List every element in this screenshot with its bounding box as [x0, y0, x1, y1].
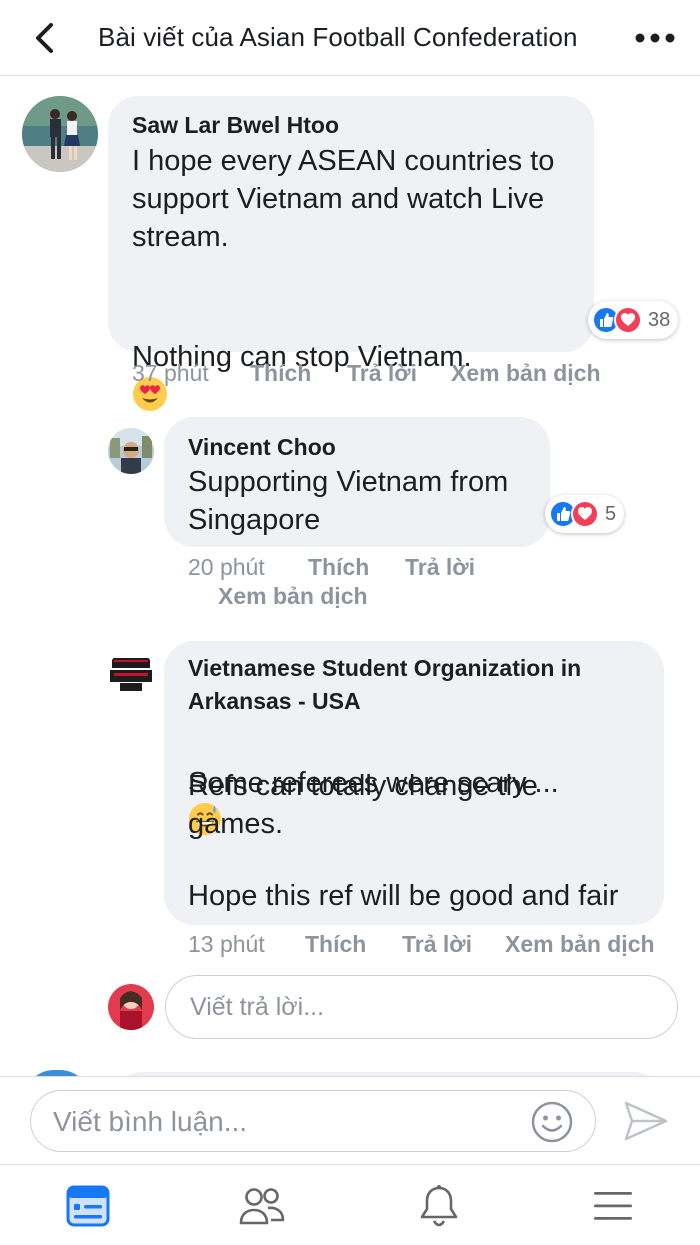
- comment-author[interactable]: Vietnamese Student Organization in Arkan…: [188, 652, 628, 718]
- send-button[interactable]: [622, 1099, 670, 1143]
- avatar[interactable]: [108, 428, 154, 474]
- chevron-left-icon: [36, 23, 53, 53]
- comment-time: 20 phút: [188, 554, 265, 580]
- more-horizontal-icon: [635, 33, 675, 43]
- notifications-bell-icon: [420, 1185, 458, 1227]
- comment-time: 13 phút: [188, 931, 265, 957]
- tab-news-feed[interactable]: [60, 1181, 116, 1231]
- comment-text-line: Nothing can stop Vietnam.: [132, 300, 582, 418]
- emoji-button[interactable]: [531, 1101, 573, 1143]
- avatar[interactable]: [108, 650, 154, 696]
- comment-text: I hope every ASEAN countries to support …: [132, 145, 555, 253]
- reaction-count: 38: [648, 308, 671, 331]
- menu-icon: [594, 1192, 632, 1220]
- avatar-photo: [22, 96, 98, 172]
- current-user-avatar: [108, 984, 154, 1030]
- tab-friends[interactable]: [234, 1181, 290, 1231]
- reply-link[interactable]: Trả lời: [402, 931, 472, 958]
- love-reaction-icon: [614, 306, 642, 334]
- tab-menu[interactable]: [585, 1181, 641, 1231]
- avatar-logo: [108, 650, 154, 696]
- comment-text: Hope this ref will be good and fair: [188, 880, 619, 912]
- reply-input[interactable]: Viết trả lời...: [165, 975, 678, 1039]
- comment-author[interactable]: Vincent Choo: [188, 434, 336, 461]
- top-bar: Bài viết của Asian Football Confederatio…: [0, 0, 700, 76]
- love-reaction-icon: [571, 500, 599, 528]
- comment-composer: Viết bình luận...: [0, 1076, 700, 1164]
- avatar-photo: [108, 984, 154, 1030]
- translate-link[interactable]: Xem bản dịch: [451, 360, 601, 387]
- friends-icon: [239, 1188, 285, 1225]
- smiley-icon: [531, 1101, 573, 1143]
- reply-placeholder: Viết trả lời...: [190, 993, 325, 1021]
- avatar-photo: [108, 428, 154, 474]
- translate-link[interactable]: Xem bản dịch: [505, 931, 655, 958]
- back-button[interactable]: [26, 18, 62, 58]
- reaction-count: 5: [605, 502, 617, 525]
- like-link[interactable]: Thích: [250, 360, 311, 387]
- tab-notifications[interactable]: [411, 1181, 467, 1231]
- more-options-button[interactable]: [632, 24, 678, 52]
- like-link[interactable]: Thích: [305, 931, 366, 958]
- comment-time: 37 phút: [132, 360, 209, 386]
- comment-text: Refs can totally change the games.: [188, 770, 538, 840]
- translate-link[interactable]: Xem bản dịch: [218, 583, 368, 610]
- comment-text: Supporting Vietnam from Singapore: [188, 466, 509, 536]
- avatar[interactable]: [22, 96, 98, 172]
- bottom-navigation: [0, 1164, 700, 1245]
- page-title: Bài viết của Asian Football Confederatio…: [98, 22, 578, 52]
- news-feed-icon: [66, 1185, 110, 1227]
- reaction-summary[interactable]: 38: [588, 301, 679, 339]
- reply-link[interactable]: Trả lời: [405, 554, 475, 581]
- reaction-summary[interactable]: 5: [545, 495, 625, 533]
- send-icon: [624, 1101, 668, 1141]
- comment-input[interactable]: Viết bình luận...: [30, 1090, 596, 1152]
- like-link[interactable]: Thích: [308, 554, 369, 581]
- reply-link[interactable]: Trả lời: [347, 360, 417, 387]
- comment-placeholder: Viết bình luận...: [53, 1106, 248, 1137]
- comment-author[interactable]: Saw Lar Bwel Htoo: [132, 112, 339, 139]
